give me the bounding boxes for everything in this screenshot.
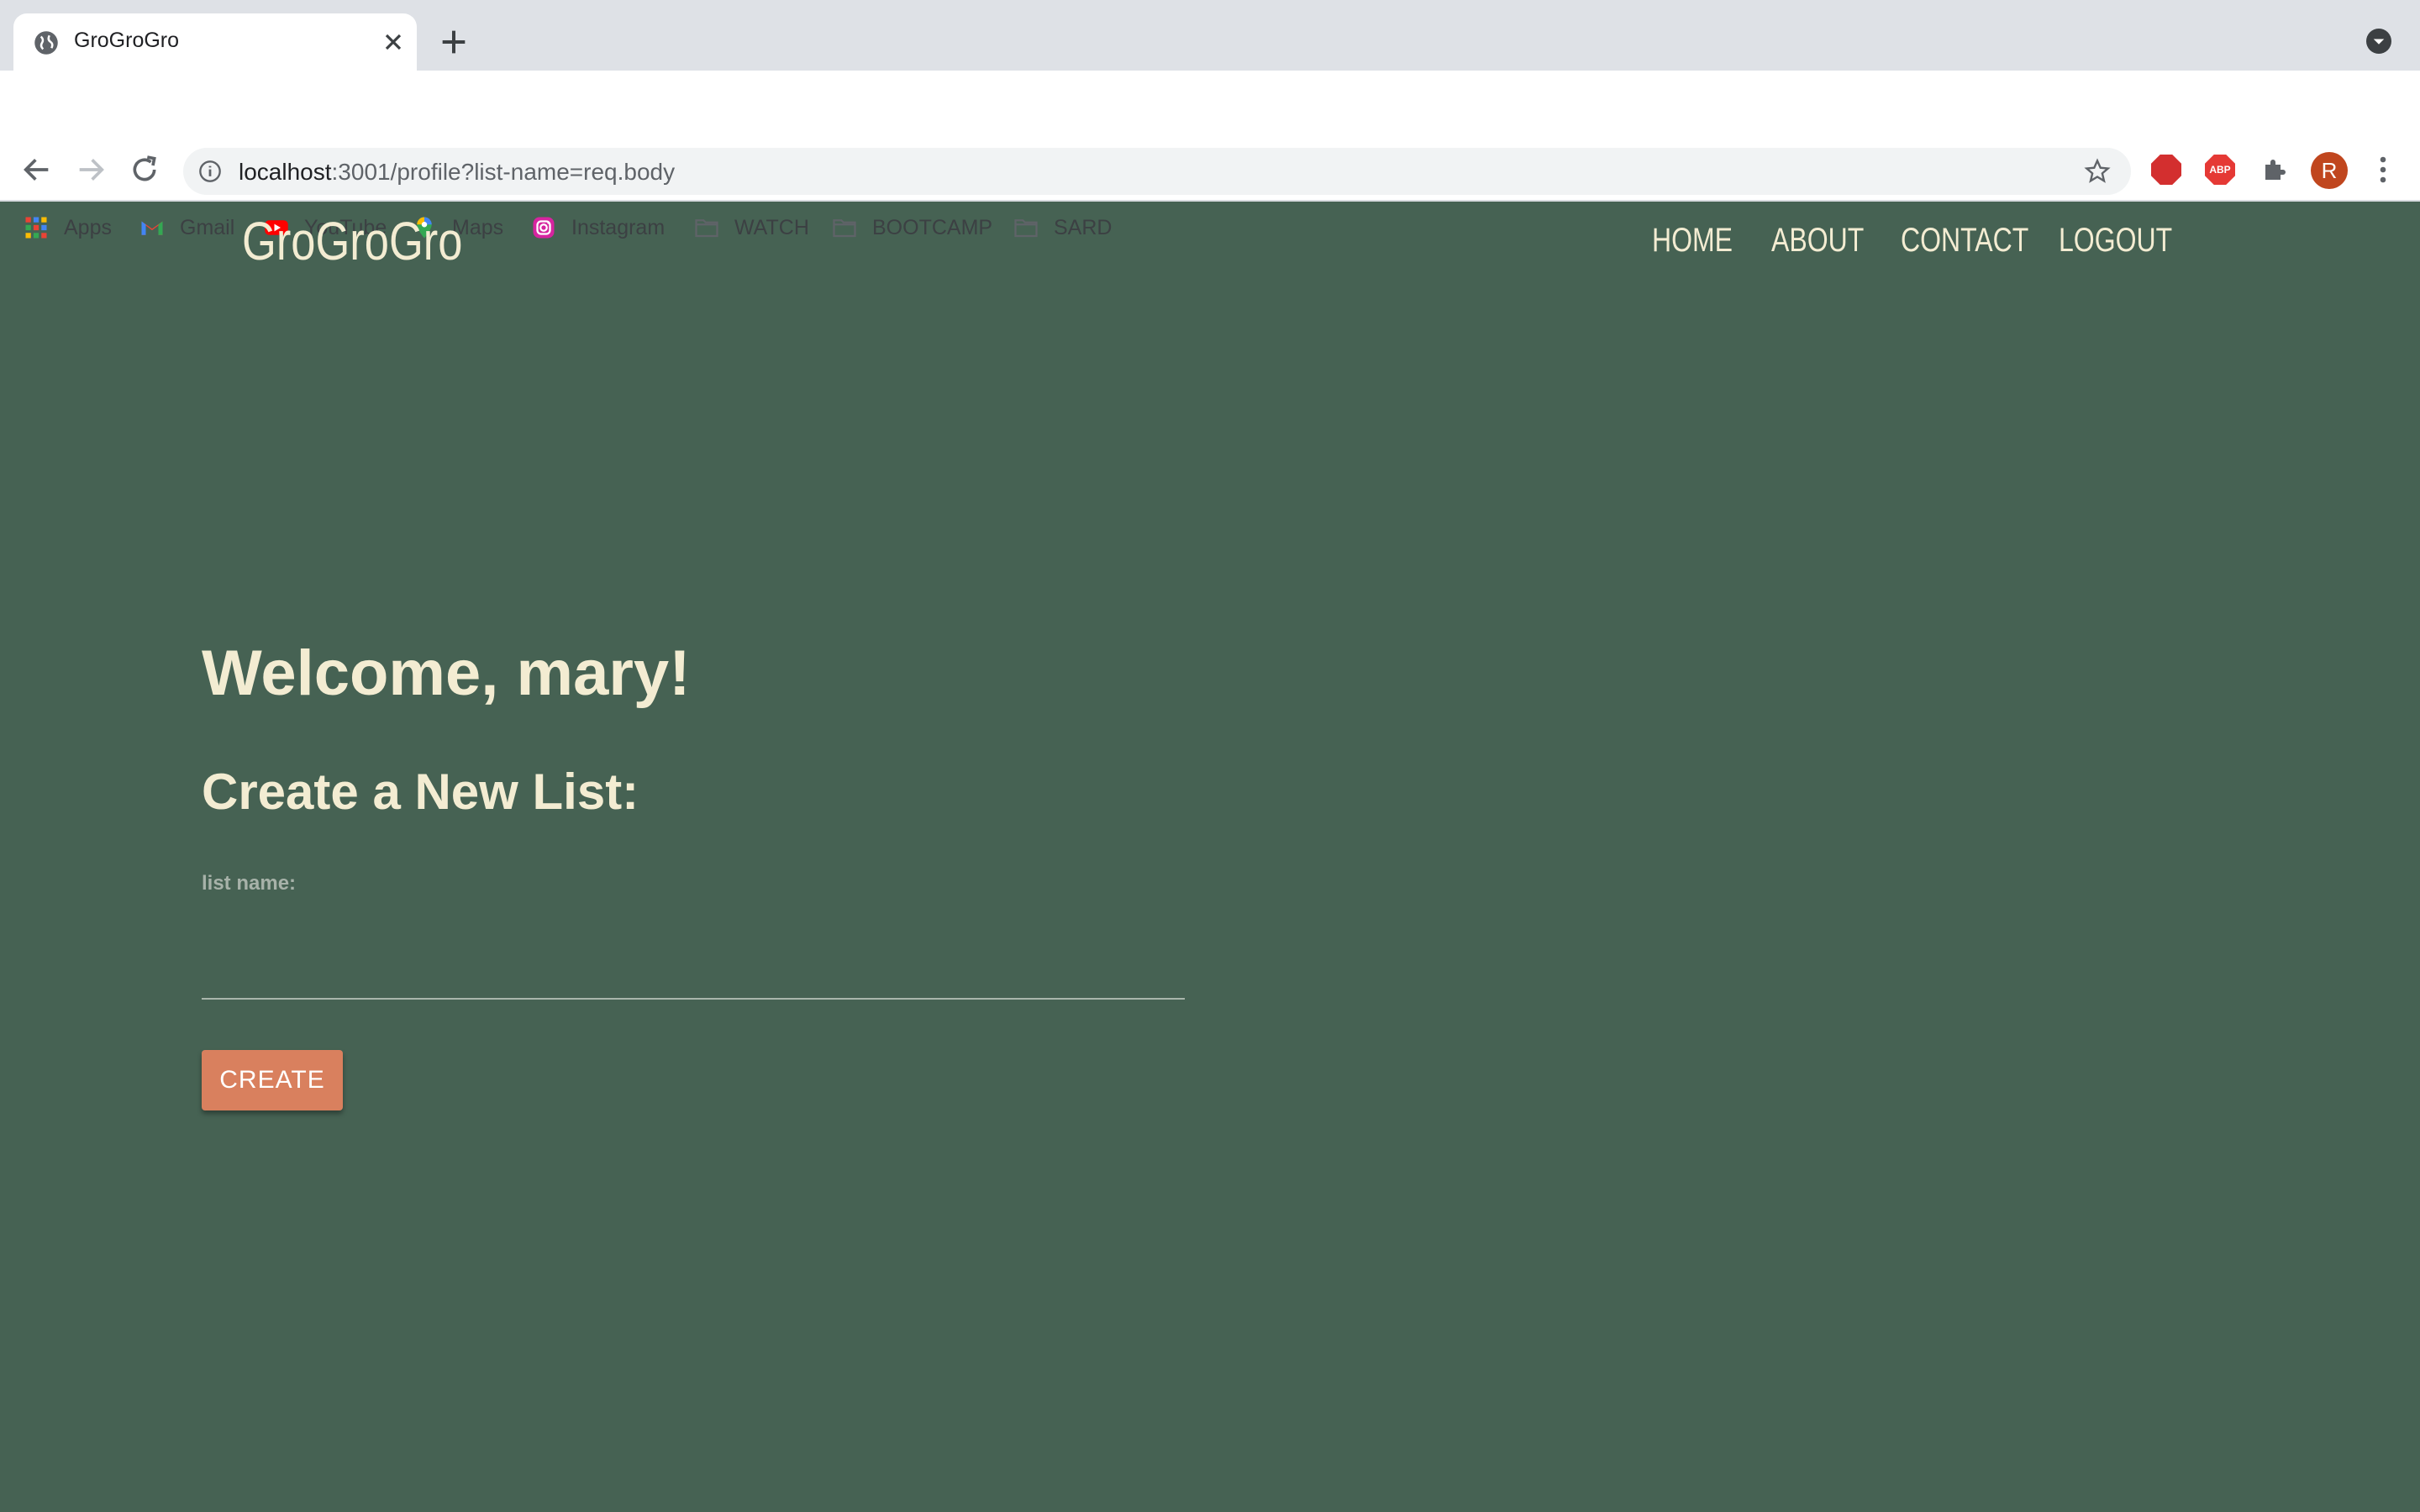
bookmark-label: Gmail	[180, 215, 235, 239]
bookmark-folder-sard[interactable]: SARD	[1013, 208, 1112, 247]
bookmark-instagram[interactable]: Instagram	[531, 208, 665, 247]
site-logo[interactable]: GroGroGro	[242, 210, 462, 272]
new-tab-plus-icon[interactable]	[437, 25, 471, 59]
globe-icon	[34, 31, 58, 55]
profile-avatar[interactable]: R	[2311, 152, 2348, 189]
folder-icon	[1014, 219, 1038, 238]
close-icon[interactable]	[380, 29, 407, 55]
bookmark-gmail[interactable]: Gmail	[139, 208, 234, 247]
bookmark-label: Apps	[64, 215, 112, 239]
stop-hand-extension-icon[interactable]	[2151, 155, 2181, 185]
apps-grid-icon	[25, 217, 47, 239]
extensions-puzzle-icon[interactable]	[2260, 155, 2291, 185]
welcome-heading: Welcome, mary!	[202, 638, 691, 709]
browser-toolbar: localhost:3001/profile?list-name=req.bod…	[0, 71, 2420, 239]
bookmark-label: SARD	[1054, 215, 1113, 239]
site-info-icon[interactable]	[198, 160, 222, 183]
address-url[interactable]: localhost:3001/profile?list-name=req.bod…	[239, 159, 675, 186]
address-host: localhost	[239, 159, 332, 185]
adblock-extension-icon[interactable]: ABP	[2205, 155, 2235, 185]
browser-tab[interactable]: GroGroGro	[13, 13, 417, 71]
tab-strip: GroGroGro	[0, 0, 2420, 71]
more-menu-icon[interactable]	[2371, 155, 2395, 185]
address-path: :3001/profile?list-name=req.body	[331, 159, 676, 185]
bookmark-label: BOOTCAMP	[872, 215, 993, 239]
folder-icon	[833, 219, 856, 238]
tab-title: GroGroGro	[74, 29, 180, 52]
bookmark-folder-bootcamp[interactable]: BOOTCAMP	[832, 208, 992, 247]
reload-icon[interactable]	[128, 153, 161, 186]
create-button[interactable]: CREATE	[202, 1050, 343, 1110]
nav-about[interactable]: ABOUT	[1771, 222, 1864, 260]
list-name-label: list name:	[202, 872, 297, 895]
create-list-heading: Create a New List:	[202, 764, 639, 820]
bookmark-star-icon[interactable]	[2084, 158, 2111, 185]
back-arrow-icon[interactable]	[20, 153, 54, 186]
gmail-icon	[141, 221, 163, 235]
address-bar[interactable]: localhost:3001/profile?list-name=req.bod…	[183, 148, 2131, 195]
bookmark-label: Instagram	[571, 215, 666, 239]
folder-icon	[695, 219, 718, 238]
nav-logout[interactable]: LOGOUT	[2059, 222, 2172, 260]
bookmark-folder-watch[interactable]: WATCH	[694, 208, 809, 247]
forward-arrow-icon[interactable]	[74, 153, 108, 186]
tab-search-icon[interactable]	[2366, 29, 2391, 54]
bookmark-label: WATCH	[734, 215, 809, 239]
nav-home[interactable]: HOME	[1652, 222, 1733, 260]
nav-contact[interactable]: CONTACT	[1901, 222, 2028, 260]
list-name-input[interactable]	[202, 919, 1185, 1000]
instagram-icon	[533, 217, 555, 239]
bookmark-apps[interactable]: Apps	[24, 208, 112, 247]
